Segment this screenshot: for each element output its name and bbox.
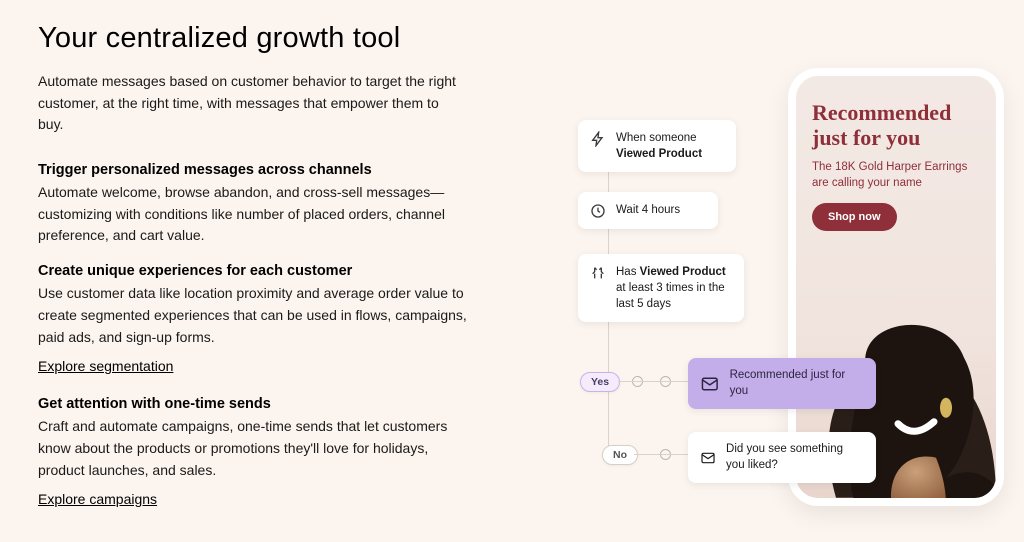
lead-paragraph: Automate messages based on customer beha… xyxy=(38,71,468,136)
section-3-title: Get attention with one-time sends xyxy=(38,396,468,412)
clock-icon xyxy=(590,203,606,219)
cond-prefix: Has xyxy=(616,266,640,278)
mail-icon xyxy=(700,448,716,468)
branch-no-pill: No xyxy=(602,445,638,465)
trigger-prefix: When someone xyxy=(616,132,697,144)
branch-yes-pill: Yes xyxy=(580,372,620,392)
flow-message-no: Did you see something you liked? xyxy=(688,432,876,483)
section-2-body: Use customer data like location proximit… xyxy=(38,283,468,348)
explore-segmentation-link[interactable]: Explore segmentation xyxy=(38,358,173,374)
phone-headline: Recommended just for you xyxy=(812,100,980,151)
flow-diagram: When someone Viewed Product Wait 4 hours… xyxy=(560,68,790,508)
illustration-area: Recommended just for you The 18K Gold Ha… xyxy=(560,68,1010,528)
section-1-body: Automate welcome, browse abandon, and cr… xyxy=(38,182,468,247)
section-2-title: Create unique experiences for each custo… xyxy=(38,263,468,279)
shop-now-button[interactable]: Shop now xyxy=(812,203,897,231)
flow-message-yes: Recommended just for you xyxy=(688,358,876,409)
mail-icon xyxy=(700,374,720,394)
flow-condition-card: Has Viewed Product at least 3 times in t… xyxy=(578,254,744,322)
flow-wait-card: Wait 4 hours xyxy=(578,192,718,229)
lightning-cursor-icon xyxy=(590,131,606,147)
wait-label: Wait 4 hours xyxy=(616,202,680,218)
split-icon xyxy=(590,265,606,281)
section-1-title: Trigger personalized messages across cha… xyxy=(38,162,468,178)
section-3-body: Craft and automate campaigns, one-time s… xyxy=(38,416,468,481)
explore-campaigns-link[interactable]: Explore campaigns xyxy=(38,491,157,507)
msg-no-label: Did you see something you liked? xyxy=(726,442,864,473)
cond-suffix: at least 3 times in the last 5 days xyxy=(616,282,725,310)
trigger-event: Viewed Product xyxy=(616,148,702,160)
phone-subtitle: The 18K Gold Harper Earrings are calling… xyxy=(812,159,980,191)
cond-event: Viewed Product xyxy=(640,266,726,278)
page-title: Your centralized growth tool xyxy=(38,22,468,55)
msg-yes-label: Recommended just for you xyxy=(730,368,864,399)
flow-trigger-card: When someone Viewed Product xyxy=(578,120,736,172)
